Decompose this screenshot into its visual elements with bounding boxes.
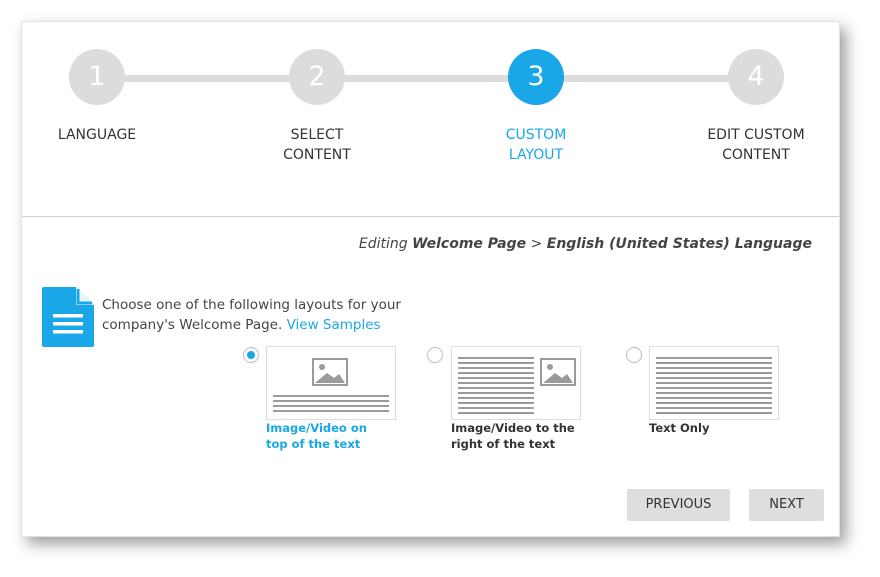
section-divider [22, 216, 839, 217]
image-placeholder-icon [540, 358, 576, 386]
previous-button[interactable]: PREVIOUS [627, 489, 730, 521]
layout-option-text-radio[interactable] [626, 347, 642, 363]
layout-text-preview [656, 357, 772, 414]
next-button[interactable]: NEXT [749, 489, 824, 521]
layout-option-top-radio[interactable] [243, 347, 259, 363]
step-4-label: EDIT CUSTOM CONTENT [681, 125, 831, 165]
layout-option-top-label[interactable]: Image/Video on top of the text [266, 420, 406, 452]
layout-option-text-thumbnail[interactable] [649, 346, 779, 420]
step-4-circle[interactable]: 4 [728, 49, 784, 105]
layout-option-top-line2: top of the text [266, 437, 361, 451]
step-1-circle[interactable]: 1 [69, 49, 125, 105]
editing-language: English (United States) Language [546, 236, 812, 252]
layout-option-right-line2: right of the text [451, 437, 556, 451]
step-2-label-line1: SELECT [290, 127, 344, 143]
layout-option-text-label[interactable]: Text Only [649, 420, 789, 436]
layout-right-preview [458, 357, 576, 414]
step-3-label-line1: CUSTOM [505, 127, 567, 143]
step-3-label-line2: LAYOUT [508, 147, 564, 163]
step-3-circle[interactable]: 3 [508, 49, 564, 105]
step-4-label-line1: EDIT CUSTOM [707, 127, 805, 143]
editing-prefix: Editing [358, 236, 408, 252]
layout-option-right-radio[interactable] [427, 347, 443, 363]
step-1-label: LANGUAGE [22, 125, 172, 145]
layout-option-top-line1: Image/Video on [266, 421, 367, 435]
step-1-label-line1: LANGUAGE [57, 127, 137, 143]
layout-option-right-label[interactable]: Image/Video to the right of the text [451, 420, 591, 452]
step-2-label: SELECT CONTENT [242, 125, 392, 165]
editing-page-name: Welcome Page [412, 236, 527, 252]
layout-option-top-thumbnail[interactable] [266, 346, 396, 420]
view-samples-link[interactable]: View Samples [287, 317, 381, 333]
document-icon [42, 287, 94, 347]
editing-breadcrumb: Editing Welcome Page > English (United S… [359, 236, 812, 252]
layout-option-right-line1: Image/Video to the [451, 421, 575, 435]
layout-option-text-line1: Text Only [649, 421, 710, 435]
editing-separator: > [530, 236, 543, 252]
layout-top-preview [273, 358, 389, 412]
step-2-circle[interactable]: 2 [289, 49, 345, 105]
step-3-label: CUSTOM LAYOUT [461, 125, 611, 165]
layout-option-right-thumbnail[interactable] [451, 346, 581, 420]
image-placeholder-icon [312, 358, 348, 386]
layout-wizard-panel: 1 LANGUAGE 2 SELECT CONTENT 3 CUSTOM LAY… [21, 21, 840, 537]
step-4-label-line2: CONTENT [722, 147, 790, 163]
layout-intro-text: Choose one of the following layouts for … [102, 295, 422, 335]
step-2-label-line2: CONTENT [283, 147, 351, 163]
